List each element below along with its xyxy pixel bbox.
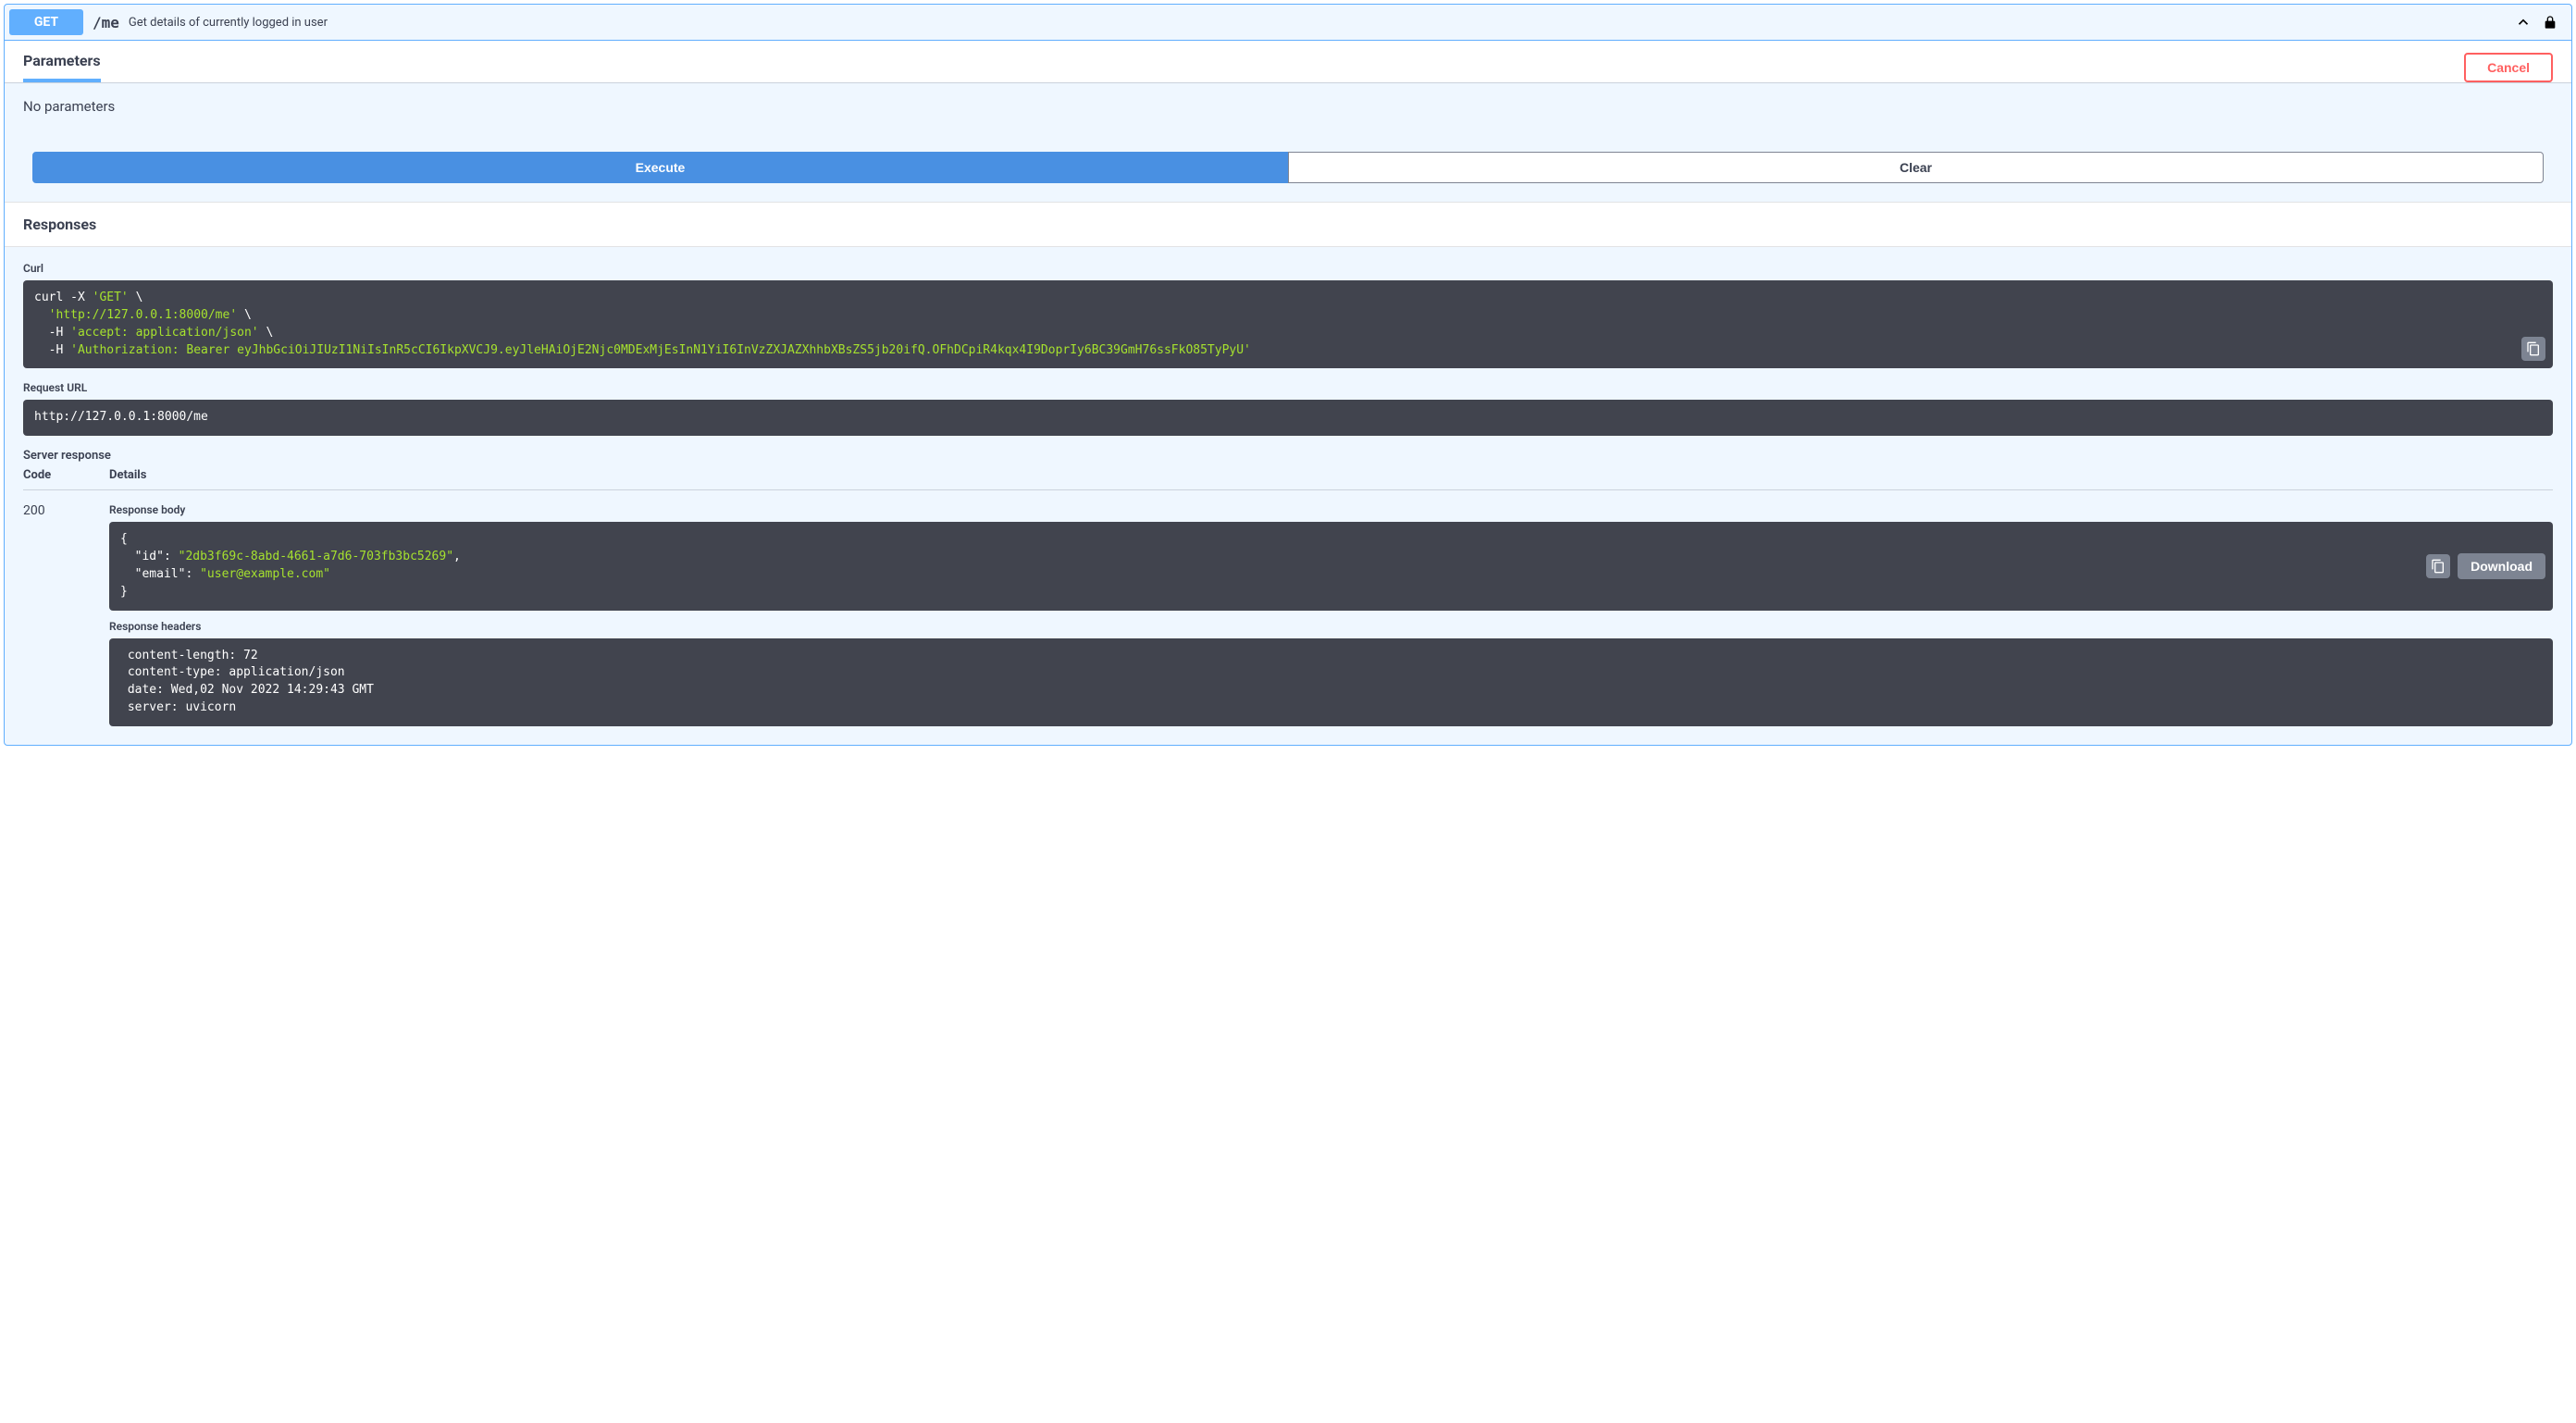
operation-block: GET /me Get details of currently logged … bbox=[4, 4, 2572, 746]
request-url-label: Request URL bbox=[23, 381, 2553, 394]
curl-text: 'accept: application/json' bbox=[70, 326, 259, 340]
headers-text: content-length: 72 content-type: applica… bbox=[120, 649, 381, 715]
body-text: , bbox=[453, 550, 461, 563]
execute-button[interactable]: Execute bbox=[32, 152, 1288, 183]
curl-text: curl -X bbox=[34, 291, 93, 304]
endpoint-description: Get details of currently logged in user bbox=[129, 16, 328, 30]
copy-icon[interactable] bbox=[2521, 337, 2545, 361]
responses-body: Curl curl -X 'GET' \ 'http://127.0.0.1:8… bbox=[5, 247, 2571, 745]
request-url-value: http://127.0.0.1:8000/me bbox=[34, 410, 208, 424]
status-code: 200 bbox=[23, 503, 102, 726]
response-body-block: { "id": "2db3f69c-8abd-4661-a7d6-703fb3b… bbox=[109, 522, 2553, 610]
response-table: Code Details 200 Response body { "id": "… bbox=[23, 468, 2553, 726]
responses-header: Responses bbox=[5, 202, 2571, 247]
body-text: } bbox=[120, 585, 128, 599]
curl-text: \ bbox=[129, 291, 143, 304]
curl-text bbox=[34, 308, 49, 322]
no-parameters-text: No parameters bbox=[23, 98, 2553, 115]
parameters-header: Parameters Cancel bbox=[5, 41, 2571, 82]
copy-icon[interactable] bbox=[2426, 554, 2450, 578]
responses-title: Responses bbox=[23, 216, 96, 233]
http-method-badge: GET bbox=[9, 9, 83, 35]
response-headers-label: Response headers bbox=[109, 620, 2553, 633]
curl-text: 'GET' bbox=[93, 291, 129, 304]
server-response-label: Server response bbox=[23, 449, 2553, 463]
body-text: : bbox=[164, 550, 179, 563]
chevron-up-icon[interactable] bbox=[2515, 14, 2532, 31]
request-url-block: http://127.0.0.1:8000/me bbox=[23, 400, 2553, 436]
cancel-button[interactable]: Cancel bbox=[2464, 53, 2553, 82]
operation-summary-row[interactable]: GET /me Get details of currently logged … bbox=[5, 5, 2571, 41]
curl-text: \ bbox=[237, 308, 252, 322]
curl-block: curl -X 'GET' \ 'http://127.0.0.1:8000/m… bbox=[23, 280, 2553, 368]
code-column-header: Code bbox=[23, 468, 102, 489]
body-text: : bbox=[185, 567, 200, 581]
clear-button[interactable]: Clear bbox=[1288, 152, 2544, 183]
download-button[interactable]: Download bbox=[2458, 553, 2545, 579]
curl-text: 'Authorization: Bearer eyJhbGciOiJIUzI1N… bbox=[70, 343, 1251, 357]
response-body-label: Response body bbox=[109, 503, 2553, 516]
endpoint-path: /me bbox=[93, 14, 119, 31]
curl-label: Curl bbox=[23, 262, 2553, 275]
body-text: "email" bbox=[120, 567, 185, 581]
body-text: { bbox=[120, 532, 128, 546]
curl-text: -H bbox=[34, 343, 70, 357]
curl-text: -H bbox=[34, 326, 70, 340]
body-text: "2db3f69c-8abd-4661-a7d6-703fb3bc5269" bbox=[179, 550, 453, 563]
parameters-body: No parameters bbox=[5, 83, 2571, 133]
details-column-header: Details bbox=[109, 468, 2553, 489]
response-details: Response body { "id": "2db3f69c-8abd-466… bbox=[109, 503, 2553, 726]
body-text: "user@example.com" bbox=[200, 567, 330, 581]
lock-icon[interactable] bbox=[2543, 14, 2557, 31]
curl-text: \ bbox=[259, 326, 274, 340]
parameters-title: Parameters bbox=[23, 52, 101, 82]
curl-text: 'http://127.0.0.1:8000/me' bbox=[49, 308, 238, 322]
response-headers-block: content-length: 72 content-type: applica… bbox=[109, 638, 2553, 726]
body-text: "id" bbox=[120, 550, 164, 563]
